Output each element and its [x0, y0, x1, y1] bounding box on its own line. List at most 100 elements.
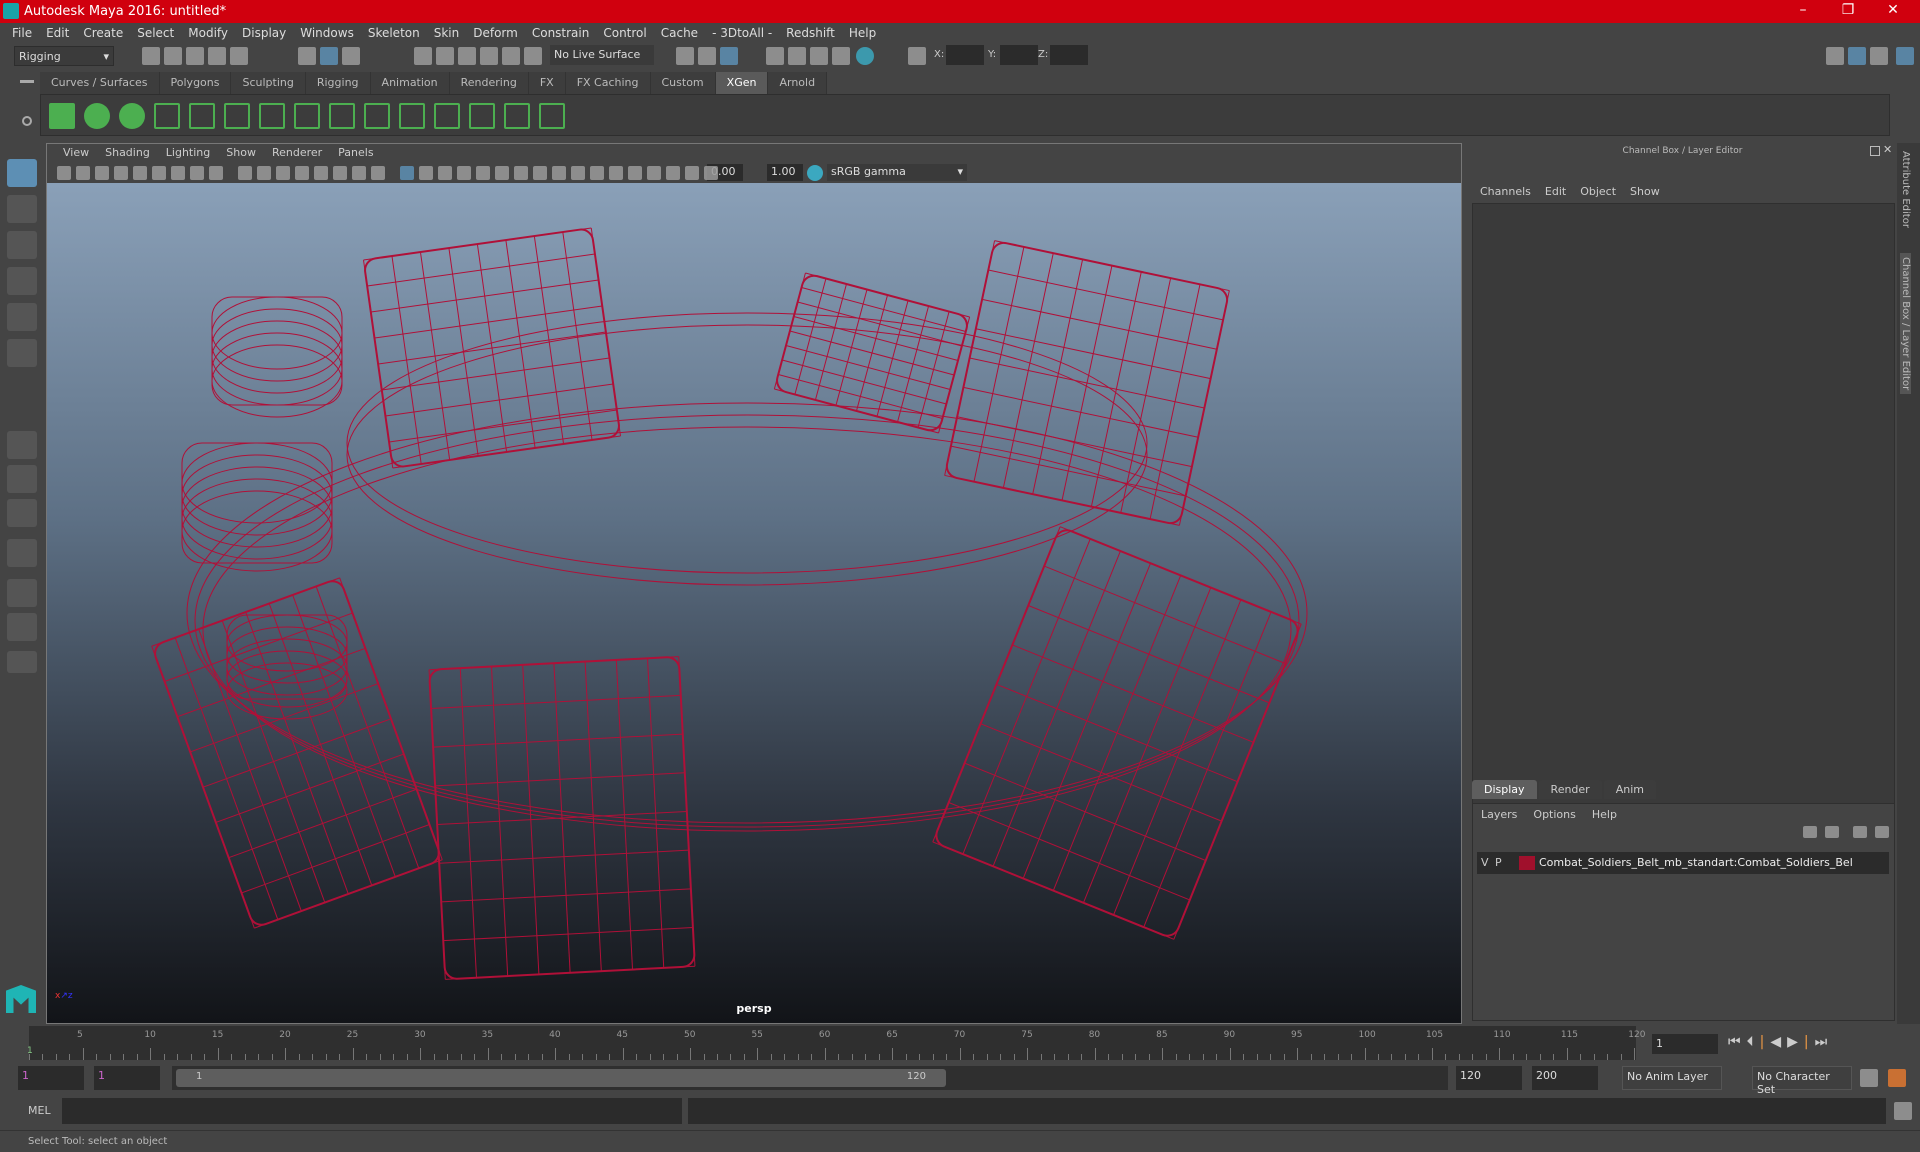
add-guides-icon[interactable] — [154, 103, 180, 129]
viewport-tool-34-icon[interactable] — [704, 166, 718, 180]
lock-guide-icon[interactable] — [294, 103, 320, 129]
attribute-editor-toggle-icon[interactable] — [1848, 47, 1866, 65]
hypershade-layout-icon[interactable] — [7, 613, 37, 641]
viewport-tool-6-icon[interactable] — [152, 166, 166, 180]
viewport-menu-show[interactable]: Show — [218, 144, 264, 163]
range-bar[interactable]: 1 120 — [176, 1069, 946, 1087]
viewport-menu-shading[interactable]: Shading — [97, 144, 158, 163]
select-object-icon[interactable] — [320, 47, 338, 65]
layer-tab-anim[interactable]: Anim — [1603, 780, 1656, 799]
undo-icon[interactable] — [208, 47, 226, 65]
shelf-gear-icon[interactable] — [22, 116, 32, 126]
gamma-field[interactable]: 1.00 — [767, 164, 803, 181]
layer-tab-render[interactable]: Render — [1538, 780, 1602, 799]
float-panel-icon[interactable] — [1870, 146, 1880, 156]
viewport-tool-2-icon[interactable] — [76, 166, 90, 180]
play-backward-icon[interactable]: ◀ — [1770, 1034, 1787, 1050]
graph-layout-icon[interactable] — [7, 539, 37, 567]
shelf-tab-custom[interactable]: Custom — [650, 72, 716, 94]
save-scene-icon[interactable] — [186, 47, 204, 65]
create-description-icon[interactable] — [84, 103, 110, 129]
lasso-tool-icon[interactable] — [7, 195, 37, 223]
viewport-tool-29-icon[interactable] — [609, 166, 623, 180]
sculpt-guides-icon[interactable] — [259, 103, 285, 129]
layer-menu-options[interactable]: Options — [1533, 808, 1575, 821]
viewport-tool-12-icon[interactable] — [276, 166, 290, 180]
viewport-tool-21-icon[interactable] — [457, 166, 471, 180]
go-to-start-icon[interactable]: ⏮ — [1728, 1034, 1747, 1050]
outliner-layout-icon[interactable] — [7, 579, 37, 607]
y-field[interactable] — [1000, 45, 1038, 65]
menu-select[interactable]: Select — [131, 23, 182, 44]
channel-menu-edit[interactable]: Edit — [1545, 185, 1566, 198]
new-layer-icon[interactable] — [1853, 826, 1867, 838]
timeline[interactable]: 1 5 10 15 20 25 30 35 40 45 50 55 60 65 70 75 80 85 90 95 1… — [27, 1026, 1645, 1060]
snap-curve-icon[interactable] — [436, 47, 454, 65]
menu-redshift[interactable]: Redshift — [780, 23, 843, 44]
live-surface-field[interactable]: No Live Surface — [550, 45, 654, 65]
convert-guides-icon[interactable] — [329, 103, 355, 129]
playback-end-field[interactable]: 120 — [1456, 1066, 1522, 1090]
command-language-label[interactable]: MEL — [28, 1104, 51, 1117]
input-ops-icon[interactable] — [676, 47, 694, 65]
x-field[interactable] — [946, 45, 984, 65]
viewport-tool-1-icon[interactable] — [57, 166, 71, 180]
menu-cache[interactable]: Cache — [655, 23, 706, 44]
redo-icon[interactable] — [230, 47, 248, 65]
menu-windows[interactable]: Windows — [294, 23, 362, 44]
layer-menu-help[interactable]: Help — [1592, 808, 1617, 821]
toggle-guides-icon[interactable] — [399, 103, 425, 129]
script-editor-icon[interactable] — [1894, 1102, 1912, 1120]
viewport-tool-28-icon[interactable] — [590, 166, 604, 180]
select-tool-icon[interactable] — [7, 159, 37, 187]
snap-grid-icon[interactable] — [414, 47, 432, 65]
viewport-menu-panels[interactable]: Panels — [330, 144, 381, 163]
render-settings-icon[interactable] — [832, 47, 850, 65]
viewport-tool-8-icon[interactable] — [190, 166, 204, 180]
viewport-tool-20-icon[interactable] — [438, 166, 452, 180]
menu-modify[interactable]: Modify — [182, 23, 236, 44]
two-pane-layout-icon[interactable] — [7, 499, 37, 527]
viewport-tool-15-icon[interactable] — [333, 166, 347, 180]
viewport-tool-13-icon[interactable] — [295, 166, 309, 180]
select-guides-icon[interactable] — [189, 103, 215, 129]
shelf-tab-xgen[interactable]: XGen — [715, 72, 769, 94]
channel-box-tab[interactable]: Channel Box / Layer Editor — [1900, 253, 1911, 395]
3d-scene[interactable]: x↗z persp — [47, 183, 1461, 1023]
shelf-menu-icon[interactable] — [20, 80, 34, 83]
hypershade-icon[interactable] — [856, 47, 874, 65]
menu-set-dropdown[interactable]: Rigging ▾ — [14, 46, 114, 66]
viewport-tool-19-icon[interactable] — [419, 166, 433, 180]
new-scene-icon[interactable] — [142, 47, 160, 65]
color-space-dropdown[interactable]: sRGB gamma ▾ — [827, 164, 967, 181]
move-layer-down-icon[interactable] — [1825, 826, 1839, 838]
snap-view-icon[interactable] — [480, 47, 498, 65]
viewport-tool-26-icon[interactable] — [552, 166, 566, 180]
anim-layer-dropdown[interactable]: No Anim Layer — [1622, 1066, 1722, 1090]
viewport-menu-renderer[interactable]: Renderer — [264, 144, 330, 163]
auto-key-icon[interactable] — [1860, 1069, 1878, 1087]
menu--3dtoall-[interactable]: - 3DtoAll - — [706, 23, 780, 44]
shelf-tab-rigging[interactable]: Rigging — [305, 72, 371, 94]
layer-visibility-toggle[interactable]: V — [1481, 856, 1489, 869]
viewport-tool-17-icon[interactable] — [371, 166, 385, 180]
output-ops-icon[interactable] — [698, 47, 716, 65]
paint-select-tool-icon[interactable] — [7, 231, 37, 259]
open-scene-icon[interactable] — [164, 47, 182, 65]
viewport-tool-18-icon[interactable] — [400, 166, 414, 180]
viewport-tool-5-icon[interactable] — [133, 166, 147, 180]
step-forward-key-icon[interactable]: | — [1804, 1034, 1815, 1050]
rotate-tool-icon[interactable] — [7, 303, 37, 331]
z-field[interactable] — [1050, 45, 1088, 65]
menu-create[interactable]: Create — [77, 23, 131, 44]
new-layer-selected-icon[interactable] — [1875, 826, 1889, 838]
layer-menu-layers[interactable]: Layers — [1481, 808, 1517, 821]
shelf-tab-polygons[interactable]: Polygons — [159, 72, 232, 94]
guide-visibility-icon[interactable] — [469, 103, 495, 129]
viewport-menu-lighting[interactable]: Lighting — [158, 144, 218, 163]
xgen-editor-icon[interactable] — [49, 103, 75, 129]
attribute-editor-tab[interactable]: Attribute Editor — [1900, 151, 1911, 228]
playback-start-field[interactable]: 1 — [94, 1066, 160, 1090]
current-frame-field[interactable]: 1 — [1652, 1034, 1718, 1054]
viewport-tool-10-icon[interactable] — [238, 166, 252, 180]
